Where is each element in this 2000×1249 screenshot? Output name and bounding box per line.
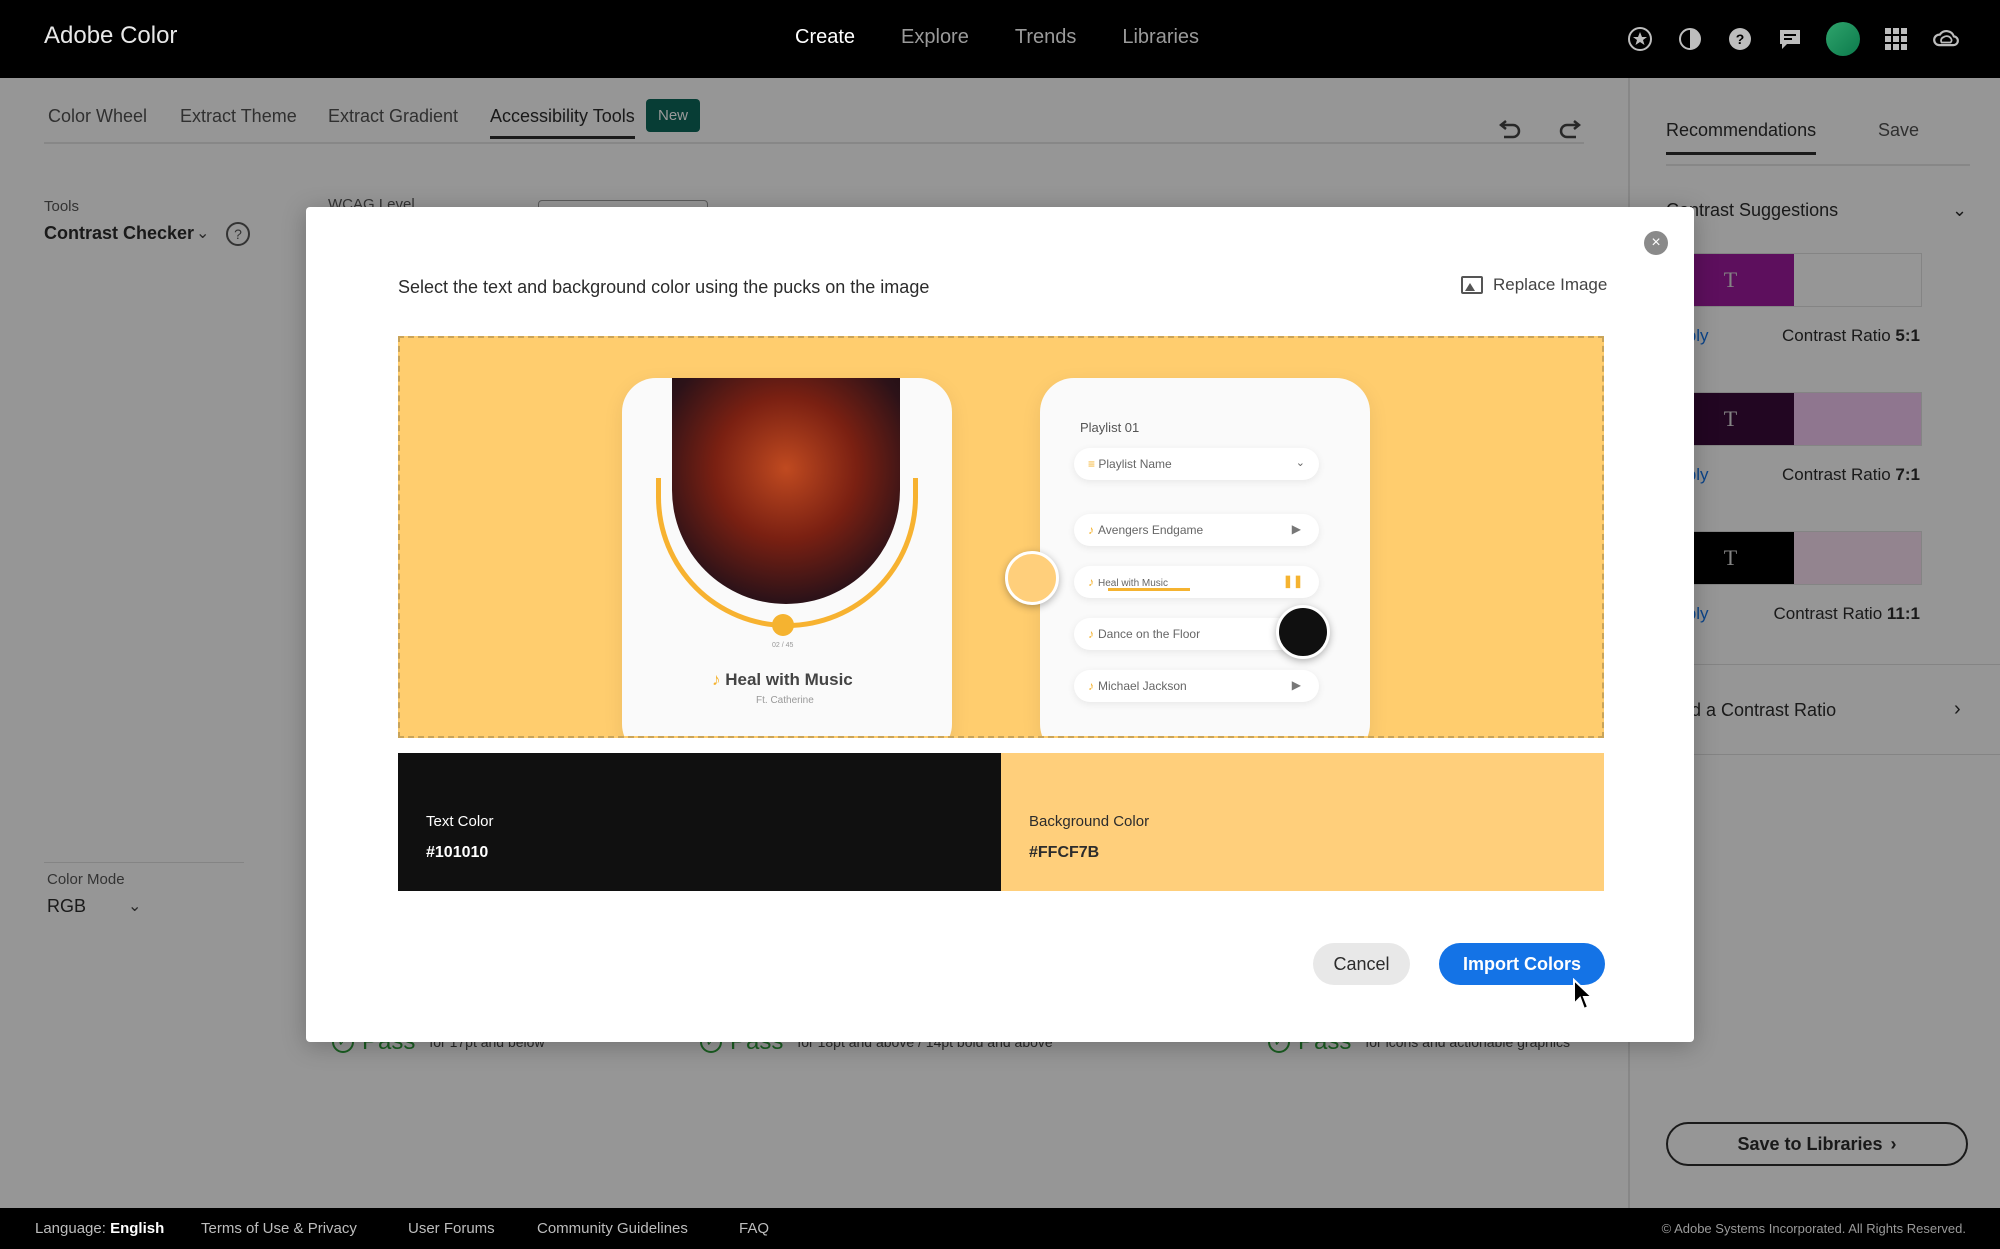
chat-icon[interactable] [1776, 25, 1804, 53]
text-color-puck[interactable] [1276, 605, 1330, 659]
playlist-select: ≡ Playlist Name ⌄ [1074, 448, 1319, 480]
footer: Language: English Terms of Use & Privacy… [0, 1208, 2000, 1249]
footer-link-guidelines[interactable]: Community Guidelines [537, 1220, 688, 1237]
help-icon[interactable]: ? [1726, 25, 1754, 53]
playlist-title: Playlist 01 [1080, 420, 1140, 435]
track-name: Dance on the Floor [1098, 627, 1201, 641]
track-artist: Ft. Catherine [756, 695, 814, 706]
image-icon [1461, 276, 1483, 294]
contrast-icon[interactable] [1676, 25, 1704, 53]
text-color-label: Text Color [426, 813, 494, 830]
playlist-select-label: Playlist Name [1098, 457, 1172, 471]
language-selector[interactable]: Language: English [35, 1220, 164, 1237]
text-color-value: #101010 [426, 844, 489, 861]
music-note-icon: ♪ [1088, 523, 1094, 537]
list-item: ♪ Heal with Music ❚❚ [1074, 566, 1319, 598]
nav-explore[interactable]: Explore [901, 26, 969, 49]
player-card: 02 / 45 ♪ Heal with Music Ft. Catherine [622, 378, 952, 736]
text-color-swatch: Text Color #101010 [398, 753, 1001, 891]
avatar[interactable] [1826, 22, 1860, 56]
mouse-cursor-icon [1573, 978, 1595, 1011]
main-nav: Create Explore Trends Libraries [795, 26, 1199, 49]
footer-link-terms[interactable]: Terms of Use & Privacy [201, 1220, 357, 1237]
creative-cloud-icon[interactable] [1932, 25, 1960, 53]
app-title[interactable]: Adobe Color [44, 22, 177, 50]
nav-trends[interactable]: Trends [1015, 26, 1077, 49]
replace-image-button[interactable]: Replace Image [1461, 275, 1607, 295]
footer-link-forums[interactable]: User Forums [408, 1220, 495, 1237]
progress-knob [772, 614, 794, 636]
header-icons: ? [1626, 22, 1960, 56]
footer-link-faq[interactable]: FAQ [739, 1220, 769, 1237]
background-color-puck[interactable] [1005, 551, 1059, 605]
track-name: Avengers Endgame [1098, 523, 1204, 537]
svg-text:?: ? [1736, 31, 1745, 47]
playlist-card: Playlist 01 ≡ Playlist Name ⌄ ♪ Avengers … [1040, 378, 1370, 736]
track-name: Michael Jackson [1098, 679, 1187, 693]
nav-create[interactable]: Create [795, 26, 855, 49]
top-bar: Adobe Color Create Explore Trends Librar… [0, 0, 2000, 78]
language-label: Language: [35, 1220, 106, 1237]
close-icon[interactable]: × [1644, 231, 1668, 255]
list-item: ♪ Avengers Endgame ▶ [1074, 514, 1319, 546]
import-colors-dialog: × Select the text and background color u… [306, 207, 1694, 1042]
list-item: ♪ Michael Jackson ▶ [1074, 670, 1319, 702]
star-badge-icon[interactable] [1626, 25, 1654, 53]
copyright: © Adobe Systems Incorporated. All Rights… [1661, 1221, 1966, 1236]
track-title: ♪ Heal with Music [712, 670, 853, 690]
play-icon: ▶ [1291, 678, 1301, 692]
selected-colors: Text Color #101010 Background Color #FFC… [398, 753, 1604, 891]
cancel-button[interactable]: Cancel [1313, 943, 1410, 985]
apps-grid-icon[interactable] [1882, 25, 1910, 53]
list-icon: ≡ [1088, 457, 1099, 471]
replace-image-label: Replace Image [1493, 275, 1608, 294]
track-progress [1108, 588, 1190, 591]
background-color-swatch: Background Color #FFCF7B [1001, 753, 1604, 891]
pause-icon: ❚❚ [1282, 574, 1303, 588]
source-image[interactable]: 02 / 45 ♪ Heal with Music Ft. Catherine … [398, 336, 1604, 738]
dialog-instruction: Select the text and background color usi… [398, 277, 930, 297]
nav-libraries[interactable]: Libraries [1122, 26, 1199, 49]
chevron-down-icon: ⌄ [1295, 457, 1305, 469]
music-note-icon: ♪ [1088, 575, 1094, 589]
music-note-icon: ♪ [1088, 679, 1094, 693]
music-note-icon: ♪ [712, 670, 721, 689]
background-color-label: Background Color [1029, 813, 1150, 830]
play-icon: ▶ [1291, 522, 1301, 536]
background-color-value: #FFCF7B [1029, 844, 1100, 861]
music-note-icon: ♪ [1088, 627, 1094, 641]
language-value: English [110, 1220, 165, 1237]
album-photo [672, 378, 900, 604]
track-time: 02 / 45 [772, 642, 794, 649]
track-title-text: Heal with Music [725, 670, 853, 689]
